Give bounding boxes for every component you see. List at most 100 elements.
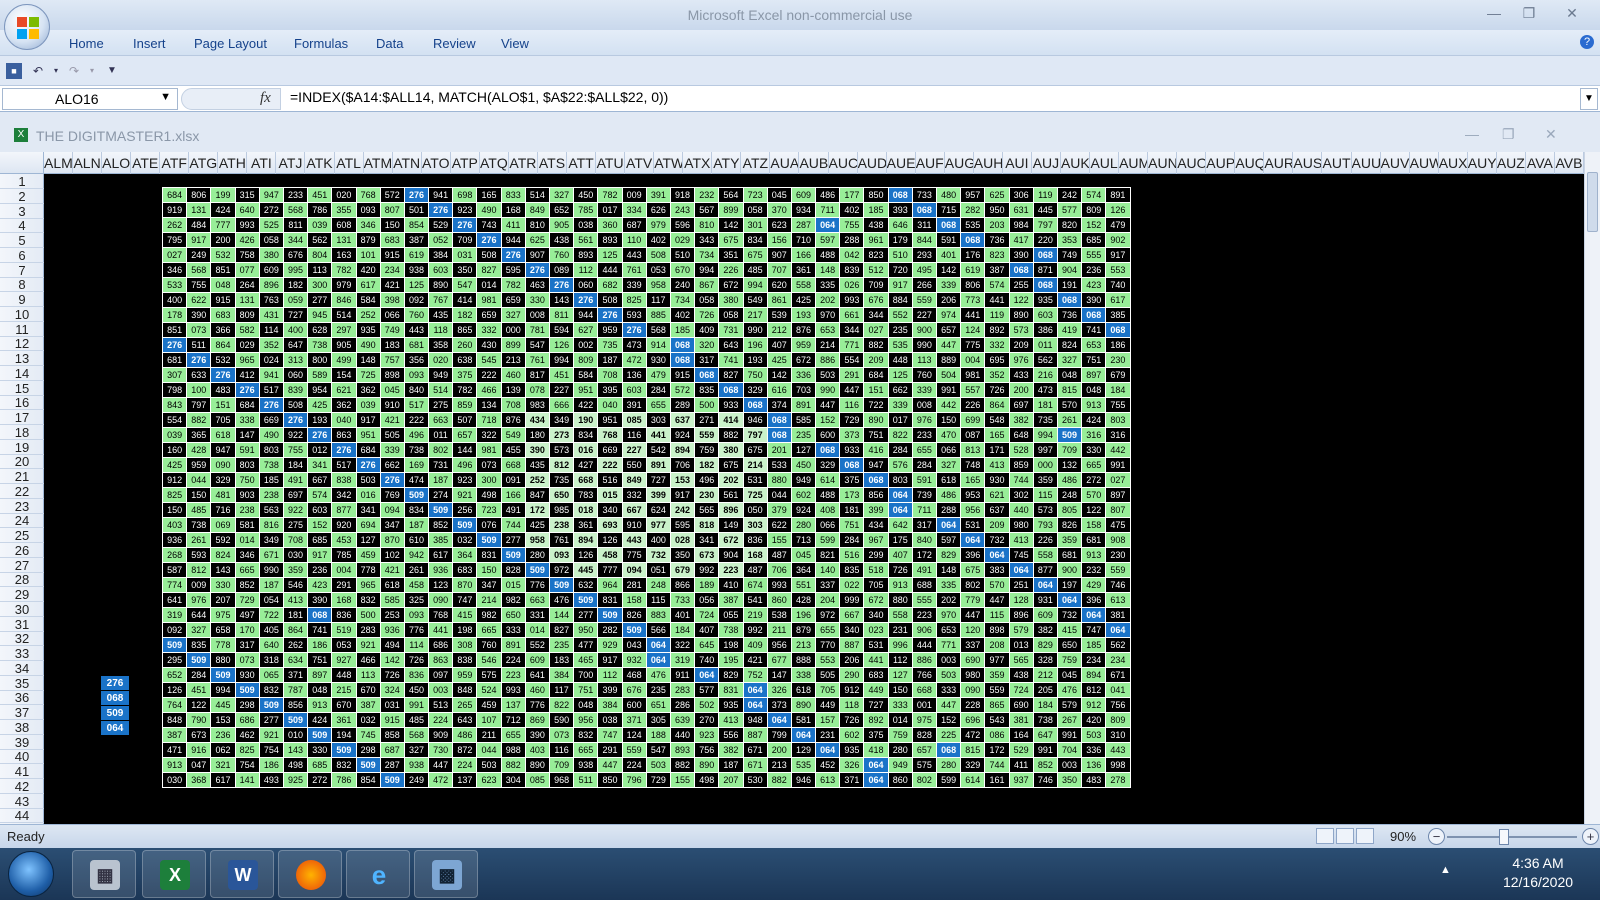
grid-cell[interactable]: 759	[1056, 652, 1083, 668]
grid-cell[interactable]: 298	[355, 742, 381, 758]
grid-cell[interactable]: 181	[282, 607, 309, 623]
grid-cell[interactable]: 332	[476, 322, 502, 338]
grid-cell[interactable]: 947	[210, 442, 236, 458]
grid-cell[interactable]: 736	[984, 232, 1010, 248]
grid-cell[interactable]: 711	[815, 202, 841, 218]
grid-cell[interactable]: 227	[621, 442, 647, 458]
grid-cell[interactable]: 825	[161, 487, 188, 503]
grid-cell[interactable]: 141	[234, 772, 260, 788]
row-header[interactable]: 31	[0, 617, 44, 632]
grid-cell[interactable]: 892	[984, 322, 1010, 338]
grid-cell[interactable]: 549	[500, 427, 526, 443]
grid-cell[interactable]: 407	[694, 622, 720, 638]
grid-cell[interactable]: 064	[863, 772, 889, 788]
grid-cell[interactable]: 399	[597, 682, 623, 698]
grid-cell[interactable]: 340	[839, 622, 865, 638]
grid-cell[interactable]: 459	[355, 547, 381, 563]
grid-cell[interactable]: 325	[403, 592, 430, 608]
grid-cell[interactable]: 685	[1081, 232, 1107, 248]
grid-cell[interactable]: 382	[1032, 622, 1058, 638]
grid-cell[interactable]: 829	[935, 547, 962, 563]
grid-cell[interactable]: 705	[815, 682, 841, 698]
grid-cell[interactable]: 118	[839, 697, 865, 713]
zoom-level[interactable]: 90%	[1390, 829, 1416, 844]
grid-cell[interactable]: 950	[573, 622, 599, 638]
grid-cell[interactable]: 149	[718, 517, 744, 533]
grid-cell[interactable]: 509	[621, 622, 647, 638]
grid-cell[interactable]: 930	[645, 352, 671, 368]
grid-cell[interactable]: 347	[476, 577, 502, 593]
grid-cell[interactable]: 823	[984, 247, 1010, 263]
grid-cell[interactable]: 983	[524, 397, 551, 413]
grid-cell[interactable]: 959	[597, 322, 623, 338]
grid-cell[interactable]: 490	[258, 427, 284, 443]
grid-cell[interactable]: 150	[935, 412, 962, 428]
grid-cell[interactable]: 115	[645, 592, 671, 608]
grid-cell[interactable]: 573	[548, 442, 575, 458]
grid-cell[interactable]: 301	[742, 217, 768, 233]
grid-cell[interactable]: 890	[863, 412, 889, 428]
grid-cell[interactable]: 900	[911, 322, 938, 338]
grid-cell[interactable]: 896	[258, 277, 284, 293]
grid-cell[interactable]: 324	[379, 682, 405, 698]
grid-cell[interactable]: 443	[621, 532, 647, 548]
grid-cell[interactable]: 344	[839, 322, 865, 338]
grid-cell[interactable]: 271	[694, 412, 720, 428]
grid-cell[interactable]: 894	[1081, 667, 1107, 683]
grid-cell[interactable]: 275	[428, 397, 454, 413]
grid-cell[interactable]: 863	[331, 427, 357, 443]
grid-cell[interactable]: 509	[161, 637, 188, 653]
grid-cell[interactable]: 783	[573, 487, 599, 503]
grid-cell[interactable]: 048	[307, 682, 333, 698]
grid-cell[interactable]: 722	[258, 607, 284, 623]
grid-cell[interactable]: 064	[984, 547, 1010, 563]
grid-cell[interactable]: 252	[524, 472, 551, 488]
grid-cell[interactable]: 458	[597, 547, 623, 563]
grid-cell[interactable]: 727	[282, 307, 309, 323]
grid-cell[interactable]: 317	[694, 352, 720, 368]
grid-cell[interactable]: 936	[379, 622, 405, 638]
grid-cell[interactable]: 674	[742, 577, 768, 593]
grid-cell[interactable]: 000	[500, 322, 526, 338]
grid-cell[interactable]: 346	[161, 262, 188, 278]
grid-cell[interactable]: 488	[815, 247, 841, 263]
grid-cell[interactable]: 235	[548, 637, 575, 653]
grid-cell[interactable]: 026	[839, 277, 865, 293]
grid-cell[interactable]: 447	[984, 592, 1010, 608]
grid-cell[interactable]: 013	[1008, 637, 1034, 653]
grid-cell[interactable]: 327	[186, 622, 212, 638]
grid-cell[interactable]: 773	[960, 292, 986, 308]
grid-cell[interactable]: 322	[476, 427, 502, 443]
grid-cell[interactable]: 441	[984, 292, 1010, 308]
grid-cell[interactable]: 441	[428, 622, 454, 638]
grid-cell[interactable]: 480	[935, 187, 962, 203]
grid-cell[interactable]: 553	[1105, 262, 1131, 278]
grid-cell[interactable]: 738	[307, 337, 333, 353]
grid-cell[interactable]: 782	[500, 277, 526, 293]
grid-cell[interactable]: 706	[766, 562, 792, 578]
grid-cell[interactable]: 371	[282, 667, 309, 683]
grid-cell[interactable]: 391	[621, 397, 647, 413]
grid-cell[interactable]: 058	[258, 232, 284, 248]
grid-cell[interactable]: 670	[331, 697, 357, 713]
grid-cell[interactable]: 617	[1105, 292, 1131, 308]
column-header[interactable]: AUH	[974, 152, 1003, 174]
grid-cell[interactable]: 041	[1105, 682, 1131, 698]
grid-cell[interactable]: 361	[790, 262, 817, 278]
grid-cell[interactable]: 597	[935, 532, 962, 548]
grid-cell[interactable]: 572	[379, 187, 405, 203]
grid-cell[interactable]: 317	[911, 517, 938, 533]
grid-cell[interactable]: 214	[476, 592, 502, 608]
grid-cell[interactable]: 935	[1032, 292, 1058, 308]
grid-cell[interactable]: 152	[935, 712, 962, 728]
grid-cell[interactable]: 888	[790, 652, 817, 668]
grid-cell[interactable]: 509	[476, 532, 502, 548]
grid-cell[interactable]: 985	[548, 502, 575, 518]
grid-cell[interactable]: 016	[573, 442, 599, 458]
grid-cell[interactable]: 276	[379, 472, 405, 488]
grid-cell[interactable]: 720	[887, 262, 913, 278]
column-header[interactable]: AUB	[799, 152, 829, 174]
grid-cell[interactable]: 048	[573, 697, 599, 713]
grid-cell[interactable]: 872	[452, 742, 478, 758]
grid-cell[interactable]: 116	[621, 427, 647, 443]
